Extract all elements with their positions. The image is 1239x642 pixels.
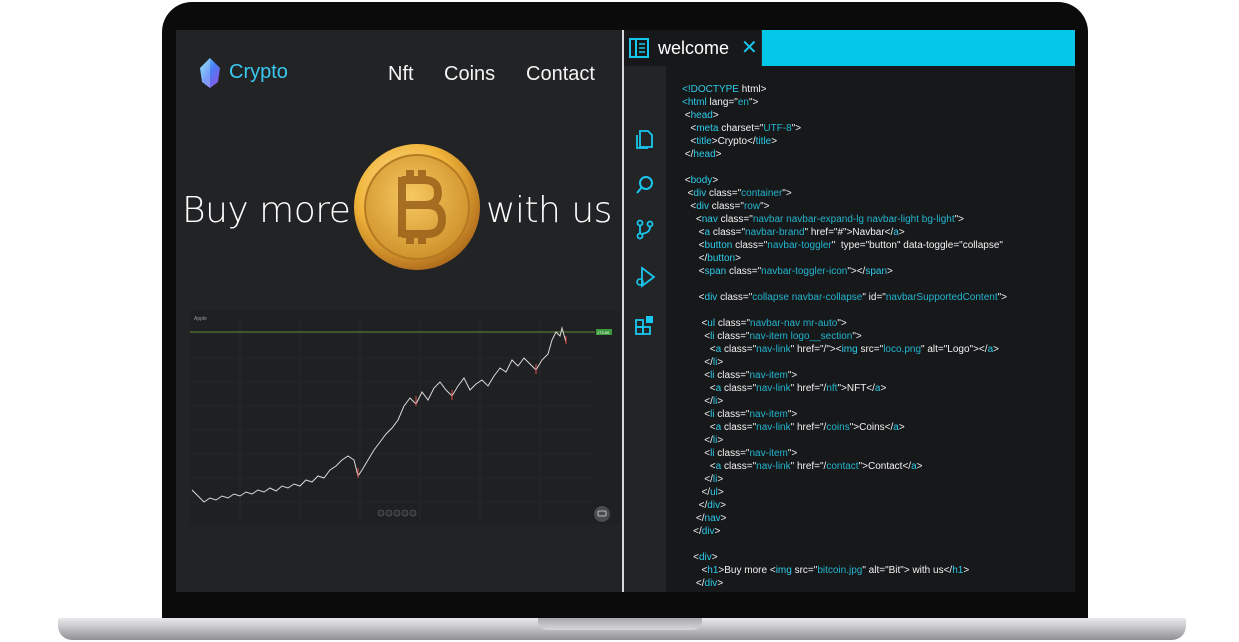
- code-line: </li>: [682, 396, 724, 407]
- tab-bar-accent: [762, 30, 1075, 66]
- activity-bar: [624, 66, 666, 592]
- code-line: <div>: [682, 552, 718, 563]
- code-line: <!DOCTYPE html>: [682, 84, 767, 95]
- files-icon[interactable]: [634, 128, 656, 150]
- code-line: <button class="navbar-toggler" type="but…: [682, 240, 1003, 251]
- laptop-notch: [538, 618, 702, 630]
- chart-price-badge: 173.69: [597, 330, 610, 335]
- code-editor: welcome ✕ <!DOCTYPE html> <html lang="en…: [624, 30, 1075, 592]
- tab-title: welcome: [658, 37, 730, 58]
- code-line: <meta charset="UTF-8">: [682, 123, 802, 134]
- chart-ticker-label: Apple: [194, 316, 207, 322]
- code-line: <li class="nav-item">: [682, 409, 798, 420]
- code-line: </ul>: [682, 487, 724, 498]
- hero-heading-left: Buy more: [182, 190, 351, 231]
- close-icon[interactable]: ✕: [741, 38, 758, 58]
- code-line: </li>: [682, 474, 724, 485]
- website-preview: Crypto Nft Coins Contact Buy more with u…: [176, 30, 622, 592]
- brand-name[interactable]: Crypto: [229, 61, 288, 84]
- bitcoin-coin-icon: [354, 144, 480, 270]
- code-line: <div class="collapse navbar-collapse" id…: [682, 292, 1007, 303]
- nav-link-contact[interactable]: Contact: [526, 63, 595, 86]
- document-icon: [629, 38, 649, 58]
- tab-bar: welcome ✕: [624, 30, 1075, 66]
- code-line: <a class="nav-link" href="/contact">Cont…: [682, 461, 923, 472]
- crystal-logo-icon[interactable]: [198, 58, 222, 88]
- code-line: </li>: [682, 435, 724, 446]
- chart-chat-icon: [594, 506, 610, 522]
- nav-link-coins[interactable]: Coins: [444, 63, 495, 86]
- code-line: <a class="nav-link" href="/nft">NFT</a>: [682, 383, 887, 394]
- extensions-icon[interactable]: [634, 314, 656, 336]
- code-line: <a class="navbar-brand" href="#">Navbar<…: [682, 227, 905, 238]
- code-line: <h1>Buy more <img src="bitcoin.jpg" alt=…: [682, 565, 970, 576]
- code-line: <html lang="en">: [682, 97, 759, 108]
- code-line: <div class="row">: [682, 201, 770, 212]
- code-text-area[interactable]: <!DOCTYPE html> <html lang="en"> <head> <…: [682, 83, 1072, 590]
- search-icon[interactable]: [634, 174, 656, 196]
- code-line: <span class="navbar-toggler-icon"></span…: [682, 266, 893, 277]
- code-line: <li class="nav-item">: [682, 370, 798, 381]
- code-line: <head>: [682, 110, 719, 121]
- hero-heading-right: with us: [486, 190, 612, 231]
- code-line: <a class="nav-link" href="/coins">Coins<…: [682, 422, 905, 433]
- code-line: </div>: [682, 526, 721, 537]
- source-control-icon[interactable]: [634, 218, 656, 240]
- code-line: <nav class="navbar navbar-expand-lg navb…: [682, 214, 964, 225]
- code-line: <body>: [682, 175, 719, 186]
- code-line: </button>: [682, 253, 741, 264]
- code-line: </head>: [682, 149, 722, 160]
- nav-link-nft[interactable]: Nft: [388, 63, 414, 86]
- code-line: <li class="nav-item">: [682, 448, 798, 459]
- tab-welcome[interactable]: welcome ✕: [624, 30, 761, 66]
- code-line: <li class="nav-item logo__section">: [682, 331, 862, 342]
- code-line: <div class="container">: [682, 188, 792, 199]
- code-line: <title>Crypto</title>: [682, 136, 778, 147]
- code-line: </div>: [682, 578, 724, 589]
- code-line: </div>: [682, 500, 726, 511]
- code-line: </nav>: [682, 513, 727, 524]
- stock-chart[interactable]: Apple 173.69: [190, 310, 620, 525]
- code-line: <a class="nav-link" href="/"><img src="l…: [682, 344, 999, 355]
- run-debug-icon[interactable]: [634, 266, 656, 288]
- laptop-screen: Crypto Nft Coins Contact Buy more with u…: [176, 30, 1075, 592]
- code-line: </li>: [682, 357, 724, 368]
- code-line: <ul class="navbar-nav mr-auto">: [682, 318, 847, 329]
